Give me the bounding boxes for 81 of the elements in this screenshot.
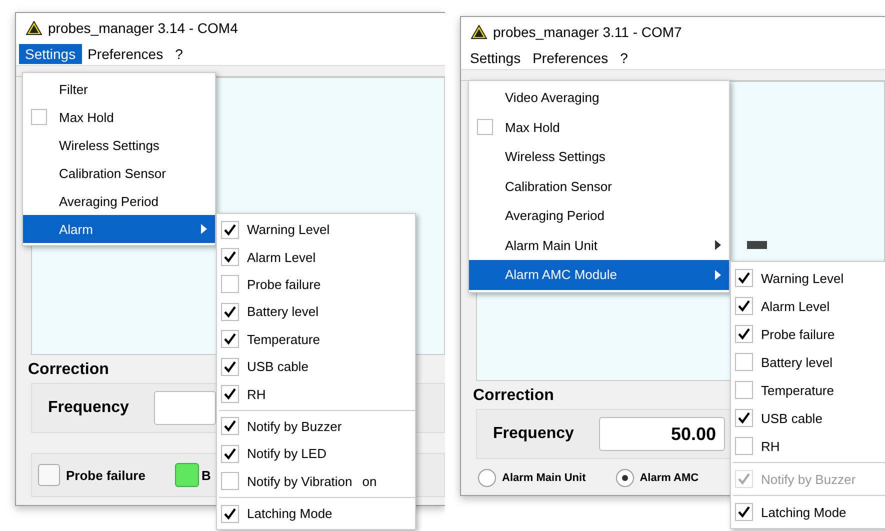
section-heading: Correction <box>473 387 554 405</box>
checkbox-label: Probe failure <box>66 468 146 482</box>
checkbox[interactable] <box>477 119 493 136</box>
menu-bar-item[interactable]: Settings <box>464 48 527 68</box>
menu-item[interactable]: Alarm Level <box>247 250 316 265</box>
field-label: Frequency <box>493 425 575 443</box>
menu-bar-item[interactable]: ? <box>614 48 634 68</box>
menu-item[interactable]: Temperature <box>761 382 834 398</box>
checkbox[interactable] <box>221 472 239 490</box>
menu-item[interactable]: Averaging Period <box>469 201 729 230</box>
menu-item[interactable]: Notify by Buzzer <box>247 418 342 434</box>
checkbox[interactable] <box>735 381 753 399</box>
menu-item[interactable]: Warning Level <box>247 222 330 238</box>
frequency-field[interactable]: 50.00 <box>599 417 725 451</box>
section-heading: Correction <box>28 361 109 379</box>
menu-item[interactable]: Alarm AMC Module <box>469 260 729 290</box>
menu-item[interactable]: Latching Mode <box>247 506 332 522</box>
submenu-arrow-icon <box>201 224 207 234</box>
field-label: Frequency <box>48 399 130 417</box>
checkbox[interactable] <box>38 464 60 486</box>
menu-item[interactable]: Warning Level <box>761 270 844 286</box>
menu-item[interactable]: Max Hold <box>469 112 729 142</box>
menu-item[interactable]: Notify by Vibration <box>247 474 352 489</box>
checkbox[interactable] <box>735 297 753 315</box>
warning-triangle-icon <box>26 21 42 35</box>
frequency-field[interactable] <box>154 391 216 425</box>
checkbox[interactable] <box>221 275 239 294</box>
menu-item[interactable]: Filter <box>23 75 215 103</box>
checkbox[interactable] <box>221 358 239 376</box>
window-title: probes_manager 3.11 - COM7 <box>493 24 682 40</box>
menu-item[interactable]: Max Hold <box>23 103 215 131</box>
menu-item[interactable]: Alarm Level <box>761 298 830 314</box>
menu-item[interactable]: Battery level <box>761 354 833 370</box>
checkbox[interactable] <box>735 437 753 455</box>
checkbox[interactable] <box>735 503 753 521</box>
menu-item[interactable]: Calibration Sensor <box>23 159 215 187</box>
menu-item[interactable]: Alarm <box>23 215 215 243</box>
menu-item[interactable]: Video Averaging <box>469 83 729 112</box>
submenu-arrow-icon <box>715 270 721 280</box>
menu-item[interactable]: Probe failure <box>247 276 321 292</box>
menu-item[interactable]: Calibration Sensor <box>469 172 729 201</box>
menu-item[interactable]: Wireless Settings <box>469 142 729 172</box>
checkbox[interactable] <box>735 325 753 343</box>
menu-item[interactable]: RH <box>761 438 780 454</box>
menu-bar-item[interactable]: Settings <box>19 44 82 64</box>
menu-bar-item[interactable]: Preferences <box>82 44 170 64</box>
menu-item[interactable]: Notify by LED <box>247 446 326 462</box>
menu-item[interactable]: RH <box>247 386 266 402</box>
menu-item[interactable]: Battery level <box>247 304 319 320</box>
checkbox[interactable] <box>31 109 47 125</box>
menu-item[interactable]: Alarm Main Unit <box>469 230 729 260</box>
checkbox[interactable] <box>221 385 239 404</box>
checkbox[interactable] <box>735 269 753 287</box>
menu-bar-item[interactable]: ? <box>169 44 189 64</box>
window-title: probes_manager 3.14 - COM4 <box>48 20 238 36</box>
checkbox[interactable] <box>221 444 239 463</box>
checkbox[interactable] <box>221 302 239 321</box>
radio-label: Alarm Main Unit <box>502 472 586 484</box>
checkbox[interactable] <box>221 248 239 266</box>
menu-item[interactable]: Probe failure <box>761 326 835 342</box>
checkbox[interactable] <box>221 220 239 239</box>
submenu-arrow-icon <box>715 240 721 250</box>
menu-item[interactable]: Wireless Settings <box>23 131 215 159</box>
menu-item[interactable]: Latching Mode <box>761 504 846 520</box>
menu-item[interactable]: USB cable <box>247 359 308 374</box>
dark-bar-fragment <box>747 241 767 250</box>
checkbox[interactable] <box>221 330 239 348</box>
menu-bar-item[interactable]: Preferences <box>526 48 614 68</box>
menu-item[interactable]: USB cable <box>761 410 822 426</box>
menu-item[interactable]: Averaging Period <box>23 187 215 215</box>
overlapping-text: on <box>362 474 377 489</box>
checkbox[interactable] <box>221 504 239 523</box>
radio-button[interactable] <box>616 469 634 487</box>
radio-label: Alarm AMC <box>640 472 699 484</box>
checkbox[interactable] <box>735 353 753 371</box>
indicator-label: B <box>201 468 211 482</box>
radio-button[interactable] <box>478 469 496 487</box>
menu-item[interactable]: Temperature <box>247 332 320 347</box>
checkbox[interactable] <box>735 409 753 427</box>
warning-triangle-icon <box>471 25 487 39</box>
checkbox[interactable] <box>221 417 239 436</box>
